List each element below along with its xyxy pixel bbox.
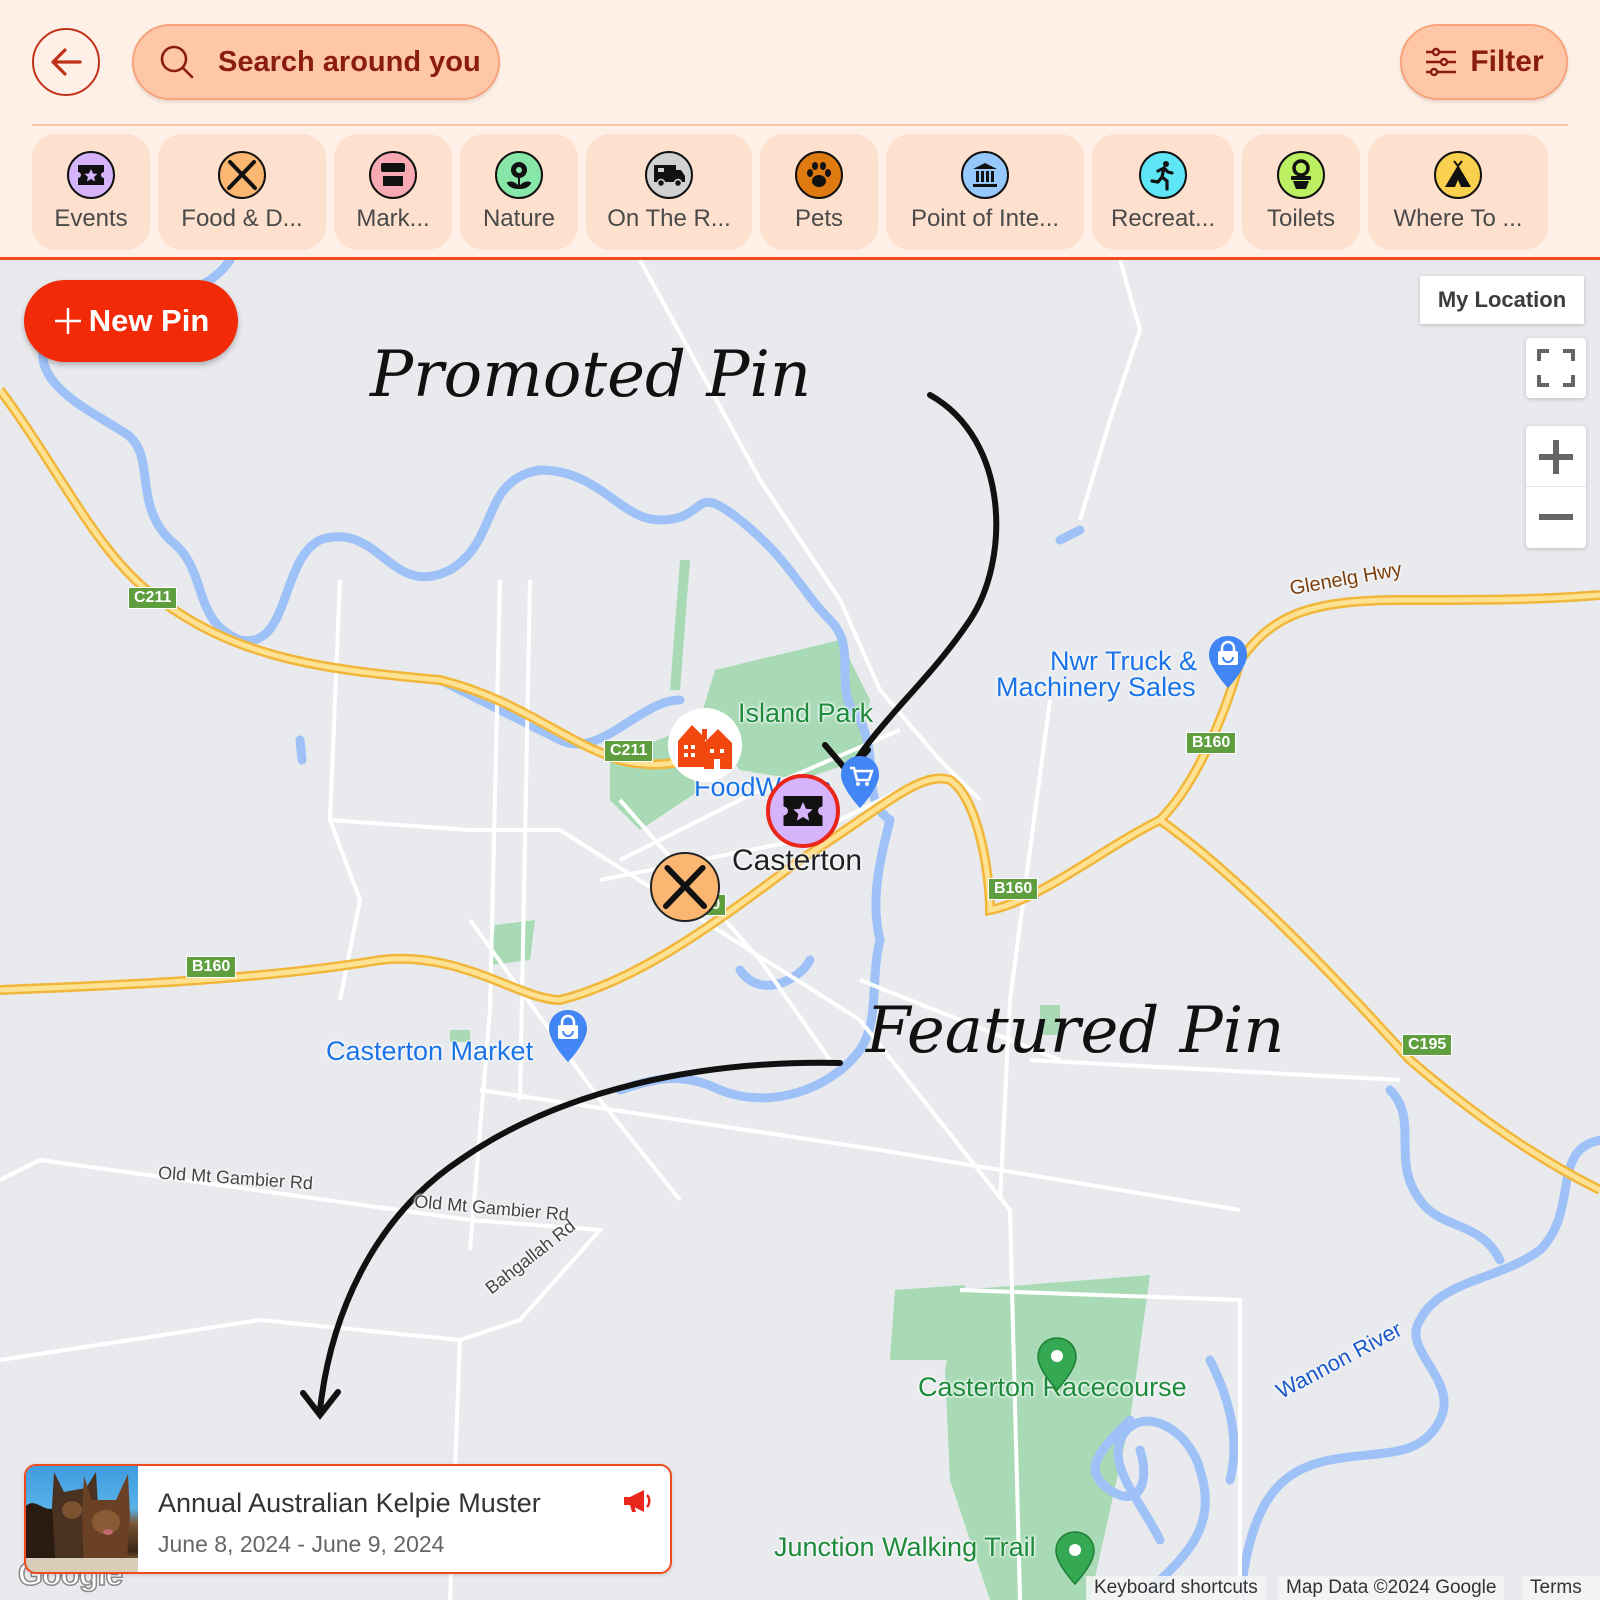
zoom-out-button[interactable] [1526, 487, 1586, 547]
annotation-featured-pin: Featured Pin [866, 994, 1285, 1068]
featured-event-card[interactable]: Annual Australian Kelpie Muster June 8, … [24, 1464, 672, 1574]
category-recreation[interactable]: Recreat... [1092, 134, 1234, 250]
header-divider [32, 124, 1568, 126]
arrow-left-icon [51, 48, 82, 76]
museum-icon [961, 151, 1009, 199]
shopping-cart-marker-icon[interactable] [838, 754, 882, 810]
accommodation-pin[interactable] [668, 708, 742, 782]
category-toilets[interactable]: Toilets [1242, 134, 1360, 250]
running-icon [1139, 151, 1187, 199]
category-label: Recreat... [1110, 205, 1216, 232]
category-label: Pets [794, 205, 844, 232]
filter-button[interactable]: Filter [1400, 24, 1568, 100]
shopping-bag-marker-icon[interactable] [1206, 634, 1250, 690]
keyboard-shortcuts-link[interactable]: Keyboard shortcuts [1086, 1576, 1266, 1600]
place-label-walking-trail[interactable]: Junction Walking Trail [774, 1532, 1036, 1563]
map-base-layer [0, 260, 1600, 1600]
category-label: Mark... [356, 205, 430, 232]
category-point-of-interest[interactable]: Point of Inte... [886, 134, 1084, 250]
promoted-event-pin[interactable] [766, 774, 840, 848]
campervan-icon [645, 151, 693, 199]
search-label: Search around you [218, 45, 481, 78]
route-shield: C211 [604, 740, 654, 762]
zoom-controls [1526, 426, 1586, 548]
shopping-bag-marker-icon[interactable] [546, 1008, 590, 1064]
knife-fork-icon [662, 864, 708, 910]
event-title: Annual Australian Kelpie Muster [158, 1488, 541, 1518]
plus-icon [1539, 439, 1573, 474]
category-events[interactable]: Events [32, 134, 150, 250]
annotation-promoted-pin: Promoted Pin [370, 338, 812, 412]
food-pin[interactable] [650, 852, 720, 922]
route-shield: B160 [1186, 732, 1237, 754]
paw-icon [795, 151, 843, 199]
sliders-icon [1426, 47, 1457, 77]
category-pets[interactable]: Pets [760, 134, 878, 250]
top-bar: Search around you Filter Events Food & D… [0, 0, 1600, 260]
place-label-casterton-market[interactable]: Casterton Market [326, 1036, 533, 1067]
place-label-nwr-line2[interactable]: Machinery Sales [996, 672, 1196, 703]
new-pin-button[interactable]: New Pin [24, 280, 238, 362]
plus-icon [54, 308, 81, 334]
event-dates: June 8, 2024 - June 9, 2024 [158, 1531, 445, 1557]
category-markets[interactable]: Mark... [334, 134, 452, 250]
category-label: Events [54, 205, 128, 232]
back-button[interactable] [32, 28, 100, 96]
event-thumbnail [26, 1466, 138, 1572]
route-shield: C211 [128, 587, 178, 609]
category-on-the-road[interactable]: On The R... [586, 134, 752, 250]
rivers [38, 260, 1600, 1600]
market-stall-icon [369, 151, 417, 199]
category-label: Point of Inte... [910, 205, 1060, 232]
search-button[interactable]: Search around you [132, 24, 500, 100]
search-icon [160, 45, 194, 79]
route-shield: B160 [186, 956, 237, 978]
minus-icon [1539, 514, 1573, 520]
category-label: Where To ... [1393, 205, 1523, 232]
fullscreen-button[interactable] [1526, 338, 1586, 398]
map-canvas[interactable]: Island Park FoodWorks Casterton Nwr Truc… [0, 260, 1600, 1600]
category-food-drink[interactable]: Food & D... [158, 134, 326, 250]
tent-icon [1434, 151, 1482, 199]
ticket-star-icon [783, 796, 823, 826]
ticket-star-icon [67, 151, 115, 199]
megaphone-icon [624, 1490, 651, 1512]
zoom-in-button[interactable] [1526, 427, 1586, 487]
terms-link[interactable]: Terms [1522, 1576, 1600, 1600]
my-location-button[interactable]: My Location [1420, 276, 1584, 324]
knife-fork-icon [218, 151, 266, 199]
category-where-to-stay[interactable]: Where To ... [1368, 134, 1548, 250]
category-bar: Events Food & D... Mark... Nature On The… [32, 134, 1548, 250]
category-label: On The R... [607, 205, 731, 232]
place-label-casterton[interactable]: Casterton [732, 844, 862, 878]
category-label: Nature [482, 205, 556, 232]
houses-icon [678, 725, 732, 769]
green-place-marker-icon[interactable] [1036, 1336, 1078, 1392]
flower-icon [495, 151, 543, 199]
filter-label: Filter [1470, 45, 1544, 78]
category-label: Food & D... [181, 205, 303, 232]
route-shield: C195 [1402, 1034, 1453, 1056]
new-pin-label: New Pin [88, 303, 210, 338]
kelpie-dogs-image [26, 1472, 138, 1572]
annotation-arrows [300, 392, 1000, 1420]
category-label: Toilets [1266, 205, 1336, 232]
map-data-attribution: Map Data ©2024 Google [1278, 1576, 1505, 1600]
fullscreen-icon [1537, 349, 1575, 387]
route-shield: B160 [988, 878, 1039, 900]
category-nature[interactable]: Nature [460, 134, 578, 250]
place-label-island-park[interactable]: Island Park [738, 698, 873, 729]
toilet-icon [1277, 151, 1325, 199]
